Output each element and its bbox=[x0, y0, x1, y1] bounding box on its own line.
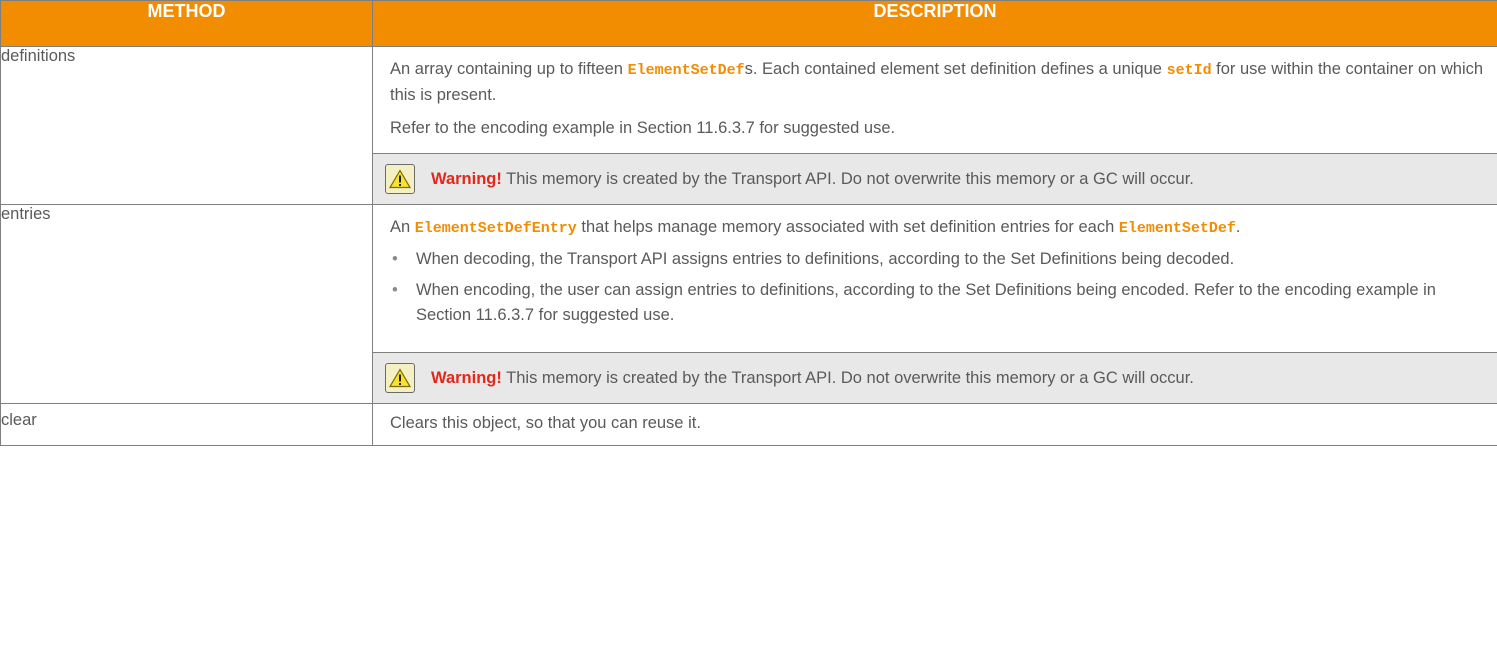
code-set-id: setId bbox=[1166, 62, 1212, 79]
header-method: METHOD bbox=[0, 0, 373, 47]
list-item: • When encoding, the user can assign entr… bbox=[390, 278, 1485, 328]
description-cell: An ElementSetDefEntry that helps manage … bbox=[372, 204, 1497, 404]
method-name: entries bbox=[0, 204, 373, 404]
list-item: • When decoding, the Transport API assign… bbox=[390, 247, 1485, 272]
table-header-row: METHOD DESCRIPTION bbox=[0, 0, 1497, 47]
warning-note: Warning! This memory is created by the T… bbox=[373, 153, 1497, 204]
description-cell: Clears this object, so that you can reus… bbox=[372, 403, 1497, 446]
code-element-set-def: ElementSetDef bbox=[1118, 220, 1236, 237]
table-row-definitions: definitions An array containing up to fi… bbox=[0, 46, 1497, 205]
bullet-list: • When decoding, the Transport API assign… bbox=[390, 247, 1485, 328]
description-text: An ElementSetDefEntry that helps manage … bbox=[390, 218, 1241, 237]
warning-triangle-icon bbox=[385, 164, 415, 194]
warning-triangle-icon bbox=[385, 363, 415, 393]
code-element-set-def: ElementSetDef bbox=[627, 62, 745, 79]
warning-note: Warning! This memory is created by the T… bbox=[373, 352, 1497, 403]
method-name: clear bbox=[0, 403, 373, 446]
method-name: definitions bbox=[0, 46, 373, 205]
description-note: Refer to the encoding example in Section… bbox=[390, 119, 896, 137]
warning-label: Warning! bbox=[431, 169, 502, 188]
code-element-set-def-entry: ElementSetDefEntry bbox=[414, 220, 577, 237]
description-text: Clears this object, so that you can reus… bbox=[390, 414, 701, 432]
table-row-clear: clear Clears this object, so that you ca… bbox=[0, 403, 1497, 446]
bullet-icon: • bbox=[392, 281, 398, 299]
description-cell: An array containing up to fifteen Elemen… bbox=[372, 46, 1497, 205]
bullet-icon: • bbox=[392, 250, 398, 268]
methods-table: METHOD DESCRIPTION definitions An array … bbox=[0, 0, 1497, 446]
description-text: An array containing up to fifteen Elemen… bbox=[390, 60, 1484, 104]
header-description: DESCRIPTION bbox=[372, 0, 1497, 47]
table-row-entries: entries An ElementSetDefEntry that helps… bbox=[0, 204, 1497, 404]
warning-label: Warning! bbox=[431, 368, 502, 387]
warning-text: Warning! This memory is created by the T… bbox=[431, 169, 1194, 188]
warning-text: Warning! This memory is created by the T… bbox=[431, 368, 1194, 387]
